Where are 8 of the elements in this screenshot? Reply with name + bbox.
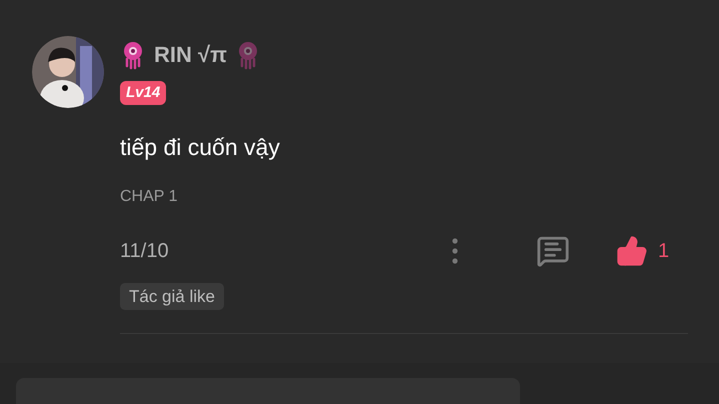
more-icon[interactable] [452,238,458,264]
level-badge: Lv14 [120,81,166,105]
comment-text: tiếp đi cuốn vậy [120,133,281,162]
comment-date: 11/10 [120,239,170,264]
reply-icon[interactable] [536,234,570,268]
username: RIN √π [154,41,227,69]
author-liked-tag: Tác giả like [120,283,224,310]
chapter-label: CHAP 1 [120,187,178,207]
